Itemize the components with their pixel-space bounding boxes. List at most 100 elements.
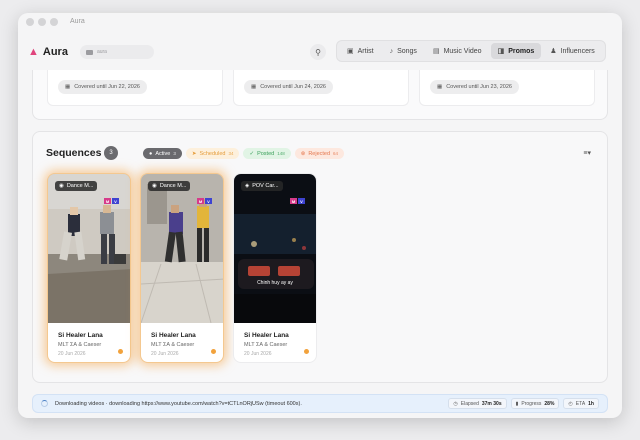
app-header: ▲ Aura aura ⚲ ▣ Artist ♪ Songs ▤ Music V… (18, 35, 622, 69)
filter-active-count: 3 (173, 151, 176, 156)
nav-music-video[interactable]: ▤ Music Video (426, 43, 489, 59)
nav-songs-label: Songs (397, 47, 417, 55)
mv-tag-v: V (298, 198, 305, 204)
card-artist: MLT ΣA & Caeser (58, 342, 102, 348)
sort-menu-button[interactable]: ≡▾ (583, 149, 591, 157)
main-content: ▦ Covered until Jun 22, 2026 ▦ Covered u… (18, 70, 622, 394)
sequence-card[interactable]: ◉ Dance M... M V Si Healer Lana MLT ΣA &… (47, 173, 131, 363)
link-button[interactable]: ⚲ (310, 44, 326, 60)
category-icon: ◉ (59, 183, 64, 189)
mv-tag-m: M (104, 198, 111, 204)
progress-value: 28% (544, 400, 555, 407)
elapsed-label: Elapsed (460, 400, 479, 407)
download-status-bar: Downloading videos · downloading https:/… (32, 394, 608, 413)
logo[interactable]: ▲ Aura (28, 46, 68, 58)
mv-tag-v: V (205, 198, 212, 204)
sequences-section: Sequences 3 ● Active 3 ➤ Scheduled 34 ✓ … (32, 131, 608, 383)
card-title: Si Healer Lana (58, 332, 103, 339)
close-window-button[interactable] (26, 17, 34, 26)
mv-tag: M V (290, 198, 305, 204)
calendar-icon: ▦ (437, 84, 443, 90)
badge-label: Dance M... (159, 183, 187, 189)
status-dot (211, 349, 216, 354)
card-date: 20 Jun 2026 (244, 351, 272, 357)
link-icon: ⚲ (315, 47, 321, 57)
window-title: Aura (70, 18, 85, 25)
video-thumbnail: ◈ POV Car... M V Chinh huy ay ay (234, 174, 316, 323)
users-icon: ♟ (550, 48, 557, 55)
nav-songs[interactable]: ♪ Songs (383, 43, 424, 59)
card-body: Si Healer Lana MLT ΣA & Caeser 20 Jun 20… (141, 323, 223, 362)
card-title: Si Healer Lana (244, 332, 289, 339)
coverage-text: Covered until Jun 24, 2026 (260, 84, 326, 90)
aura-logo-icon: ▲ (28, 46, 39, 58)
calendar-icon: ▦ (251, 84, 257, 90)
x-circle-icon: ⊗ (300, 150, 306, 157)
megaphone-icon: ◨ (497, 48, 505, 55)
promo-card[interactable]: ▦ Covered until Jun 24, 2026 (233, 70, 409, 106)
promo-card[interactable]: ▦ Covered until Jun 23, 2026 (419, 70, 595, 106)
clock-icon: ◷ (453, 400, 458, 407)
filter-rejected-count: 64 (333, 151, 339, 156)
nav-artist-label: Artist (357, 47, 374, 55)
elapsed-pill: ◷ Elapsed 37m 30s (448, 398, 507, 409)
filter-scheduled[interactable]: ➤ Scheduled 34 (185, 148, 240, 159)
sequence-card[interactable]: ◉ Dance M... M V Si Healer Lana MLT ΣA &… (140, 173, 224, 363)
nav-promos[interactable]: ◨ Promos (490, 43, 542, 59)
search-placeholder: aura (96, 49, 107, 55)
nav-music-video-label: Music Video (443, 47, 482, 55)
coverage-badge: ▦ Covered until Jun 23, 2026 (430, 80, 519, 94)
card-artist: MLT ΣA & Caeser (151, 342, 195, 348)
filter-posted[interactable]: ✓ Posted 148 (243, 148, 291, 159)
card-body: Si Healer Lana MLT ΣA & Caeser 20 Jun 20… (234, 323, 316, 362)
lock-icon: ● (149, 150, 153, 157)
nav-influencers-label: Influencers (560, 47, 595, 55)
sequence-card[interactable]: ◈ POV Car... M V Chinh huy ay ay Si Heal… (233, 173, 317, 363)
dance-scene-image (48, 174, 130, 323)
sequence-type-badge: ◈ POV Car... (241, 181, 283, 191)
mv-tag-v: V (112, 198, 119, 204)
nav-influencers[interactable]: ♟ Influencers (543, 43, 602, 59)
loading-spinner-icon (41, 400, 48, 407)
main-nav: ▣ Artist ♪ Songs ▤ Music Video ◨ Promos … (336, 40, 606, 62)
card-artist: MLT ΣA & Caeser (244, 342, 288, 348)
filter-scheduled-count: 34 (228, 151, 234, 156)
title-bar: Aura (18, 13, 622, 30)
coverage-text: Covered until Jun 23, 2026 (446, 84, 512, 90)
sort-lines-icon: ≡▾ (583, 150, 591, 157)
progress-label: Progress (521, 400, 542, 407)
video-thumbnail: ◉ Dance M... M V (141, 174, 223, 323)
mv-tag: M V (197, 198, 212, 204)
music-note-icon: ♪ (389, 47, 394, 55)
app-window: Aura ▲ Aura aura ⚲ ▣ Artist ♪ Songs ▤ Mu… (18, 13, 622, 418)
bar-chart-icon: ▮ (515, 400, 519, 407)
timer-icon: ◴ (568, 400, 573, 407)
promo-card[interactable]: ▦ Covered until Jun 22, 2026 (47, 70, 223, 106)
mv-tag-m: M (197, 198, 204, 204)
coverage-badge: ▦ Covered until Jun 24, 2026 (244, 80, 333, 94)
badge-label: POV Car... (252, 183, 279, 189)
filter-active[interactable]: ● Active 3 (143, 148, 182, 159)
elapsed-value: 37m 30s (481, 400, 502, 407)
maximize-window-button[interactable] (50, 17, 58, 26)
nav-artist[interactable]: ▣ Artist (340, 43, 381, 59)
minimize-window-button[interactable] (38, 17, 46, 26)
sequence-type-badge: ◉ Dance M... (148, 181, 191, 191)
eta-pill: ◴ ETA 1h (563, 398, 599, 409)
coverage-badge: ▦ Covered until Jun 22, 2026 (58, 80, 147, 94)
send-icon: ➤ (191, 150, 197, 157)
project-search[interactable]: aura (79, 45, 154, 59)
filter-posted-count: 148 (277, 151, 285, 156)
folder-icon (85, 49, 93, 55)
car-night-image (234, 174, 316, 323)
card-title: Si Healer Lana (151, 332, 196, 339)
card-date: 20 Jun 2026 (58, 351, 86, 357)
filter-scheduled-label: Scheduled (199, 150, 226, 157)
filter-rejected[interactable]: ⊗ Rejected 64 (294, 148, 345, 159)
filter-posted-label: Posted (257, 150, 275, 157)
video-icon: ▤ (432, 48, 440, 55)
category-icon: ◉ (152, 183, 157, 189)
sequences-count-badge: 3 (104, 146, 118, 160)
status-dot (118, 349, 123, 354)
sequence-type-badge: ◉ Dance M... (55, 181, 98, 191)
